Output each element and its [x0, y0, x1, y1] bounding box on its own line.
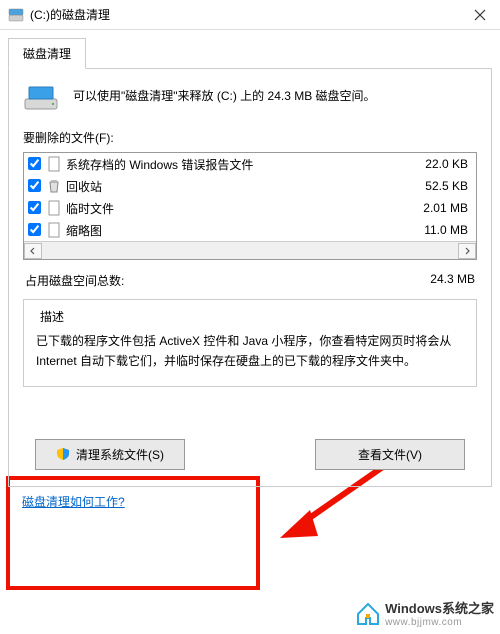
button-label: 查看文件(V) [358, 446, 422, 463]
total-row: 占用磁盘空间总数: 24.3 MB [25, 272, 475, 289]
description-fieldset: 描述 已下载的程序文件包括 ActiveX 控件和 Java 小程序，你查看特定… [23, 299, 477, 387]
scroll-left-arrow[interactable] [24, 243, 42, 259]
watermark-text: Windows系统之家 www.bjjmw.com [385, 598, 494, 628]
intro-row: 可以使用"磁盘清理"来释放 (C:) 上的 24.3 MB 磁盘空间。 [23, 83, 477, 113]
chevron-right-icon [463, 247, 471, 255]
file-checkbox[interactable] [28, 157, 42, 171]
total-value: 24.3 MB [430, 272, 475, 289]
file-size: 11.0 MB [398, 223, 468, 237]
file-name: 临时文件 [66, 200, 398, 217]
how-it-works-link[interactable]: 磁盘清理如何工作? [22, 495, 125, 509]
intro-text: 可以使用"磁盘清理"来释放 (C:) 上的 24.3 MB 磁盘空间。 [73, 83, 376, 106]
file-icon [46, 222, 62, 238]
horizontal-scrollbar[interactable] [24, 241, 476, 259]
file-icon [46, 200, 62, 216]
file-list-item[interactable]: 回收站 52.5 KB [24, 175, 476, 197]
window-title: (C:)的磁盘清理 [30, 6, 460, 23]
clean-system-files-button[interactable]: 清理系统文件(S) [35, 439, 185, 470]
tab-container: 磁盘清理 可以使用"磁盘清理"来释放 (C:) 上的 24.3 MB 磁盘空间。… [0, 30, 500, 520]
scroll-right-arrow[interactable] [458, 243, 476, 259]
tab-panel: 可以使用"磁盘清理"来释放 (C:) 上的 24.3 MB 磁盘空间。 要删除的… [8, 68, 492, 487]
file-name: 系统存档的 Windows 错误报告文件 [66, 156, 398, 173]
house-icon [355, 600, 381, 626]
titlebar: (C:)的磁盘清理 [0, 0, 500, 30]
file-icon [46, 156, 62, 172]
shield-icon [56, 447, 70, 461]
file-list-item[interactable]: 临时文件 2.01 MB [24, 197, 476, 219]
file-checkbox[interactable] [28, 201, 42, 215]
file-list-inner: 系统存档的 Windows 错误报告文件 22.0 KB 回收站 52.5 KB… [24, 153, 476, 241]
button-row: 清理系统文件(S) 查看文件(V) [23, 395, 477, 476]
watermark-brand: Windows系统之家 [385, 601, 494, 616]
file-checkbox[interactable] [28, 179, 42, 193]
file-name: 缩略图 [66, 222, 398, 239]
button-label: 清理系统文件(S) [76, 446, 164, 463]
drive-icon [23, 83, 59, 113]
recycle-icon [46, 178, 62, 194]
drive-mini-icon [8, 7, 24, 23]
description-title: 描述 [36, 308, 68, 325]
file-size: 52.5 KB [398, 179, 468, 193]
file-size: 22.0 KB [398, 157, 468, 171]
file-size: 2.01 MB [398, 201, 468, 215]
file-list-item[interactable]: 系统存档的 Windows 错误报告文件 22.0 KB [24, 153, 476, 175]
tab-disk-cleanup[interactable]: 磁盘清理 [8, 38, 86, 69]
file-checkbox[interactable] [28, 223, 42, 237]
view-files-button[interactable]: 查看文件(V) [315, 439, 465, 470]
file-name: 回收站 [66, 178, 398, 195]
watermark: Windows系统之家 www.bjjmw.com [355, 598, 494, 628]
file-list-item[interactable]: 缩略图 11.0 MB [24, 219, 476, 241]
close-icon [474, 9, 486, 21]
file-list: 系统存档的 Windows 错误报告文件 22.0 KB 回收站 52.5 KB… [23, 152, 477, 260]
close-button[interactable] [460, 1, 500, 29]
chevron-left-icon [29, 247, 37, 255]
total-label: 占用磁盘空间总数: [25, 272, 430, 289]
link-row: 磁盘清理如何工作? [8, 487, 492, 520]
watermark-url: www.bjjmw.com [385, 617, 494, 628]
files-label: 要删除的文件(F): [23, 129, 477, 146]
description-text: 已下载的程序文件包括 ActiveX 控件和 Java 小程序，你查看特定网页时… [36, 331, 464, 372]
tab-label: 磁盘清理 [23, 47, 71, 61]
